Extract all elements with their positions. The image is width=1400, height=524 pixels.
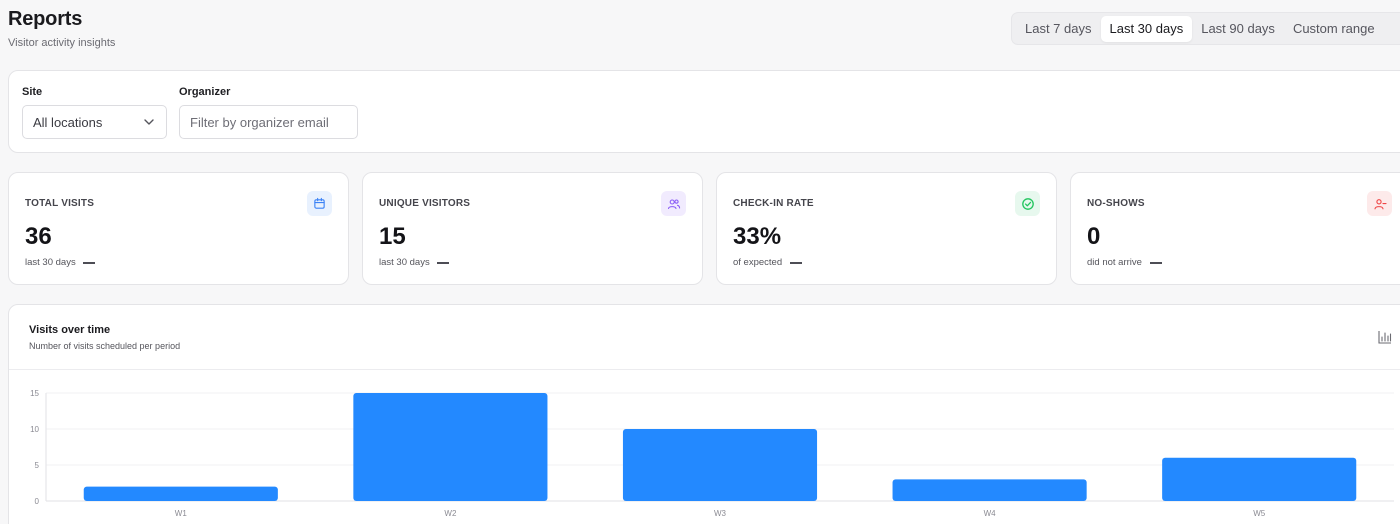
stat-title: NO-SHOWS — [1087, 198, 1145, 209]
stat-subtext: of expected — [733, 257, 783, 268]
site-label: Site — [22, 86, 43, 98]
stat-subtext: last 30 days — [379, 257, 430, 268]
stat-title: TOTAL VISITS — [25, 198, 95, 209]
bar — [892, 479, 1087, 501]
tab-last-30-days[interactable]: Last 30 days — [1100, 15, 1193, 42]
stat-value: 33% — [733, 223, 782, 250]
y-tick-label: 5 — [35, 461, 40, 470]
stat-trend-dash — [790, 262, 802, 264]
y-tick-label: 10 — [30, 425, 39, 434]
stat-card-total-visits: TOTAL VISITS 36 last 30 days — [8, 172, 349, 285]
stat-value: 15 — [379, 223, 406, 250]
stat-trend-dash — [1150, 262, 1162, 264]
users-icon — [661, 191, 686, 216]
stat-subtext: last 30 days — [25, 257, 76, 268]
stat-card-check-in-rate: CHECK-IN RATE 33% of expected — [716, 172, 1057, 285]
x-tick-label: W4 — [984, 509, 997, 518]
y-tick-label: 15 — [30, 389, 39, 398]
check-circle-icon — [1015, 191, 1040, 216]
bar — [1162, 457, 1357, 501]
stat-trend-dash — [83, 262, 95, 264]
calendar-icon — [307, 191, 332, 216]
user-minus-icon — [1367, 191, 1392, 216]
stat-value: 36 — [25, 223, 52, 250]
stat-card-no-shows: NO-SHOWS 0 did not arrive — [1070, 172, 1400, 285]
filters-card: Site All locations Organizer — [8, 70, 1400, 153]
tab-last-7-days[interactable]: Last 7 days — [1016, 16, 1101, 42]
bar — [622, 429, 818, 501]
site-select[interactable]: All locations — [22, 105, 167, 139]
tab-custom-range[interactable]: Custom range — [1284, 16, 1384, 42]
stat-title: CHECK-IN RATE — [733, 198, 814, 209]
x-tick-label: W1 — [175, 509, 188, 518]
visits-bar-chart: 0 5 10 15 W1 W2 W3 W4 W5 — [30, 389, 1394, 518]
page-subtitle: Visitor activity insights — [8, 37, 116, 49]
x-tick-label: W2 — [444, 509, 457, 518]
stat-value: 0 — [1087, 223, 1101, 250]
organizer-label: Organizer — [179, 86, 231, 98]
stat-title: UNIQUE VISITORS — [379, 198, 471, 209]
chevron-down-icon — [144, 119, 154, 125]
visits-chart-card: Visits over time Number of visits schedu… — [8, 304, 1400, 524]
page-title: Reports — [8, 8, 83, 30]
tab-last-90-days[interactable]: Last 90 days — [1192, 16, 1284, 42]
y-tick-label: 0 — [35, 497, 40, 506]
stat-subtext: did not arrive — [1087, 257, 1142, 268]
date-range-tabs: Last 7 days Last 30 days Last 90 days Cu… — [1011, 12, 1400, 45]
bar — [83, 486, 278, 501]
stat-card-unique-visitors: UNIQUE VISITORS 15 last 30 days — [362, 172, 703, 285]
x-tick-label: W3 — [714, 509, 727, 518]
stat-trend-dash — [437, 262, 449, 264]
site-select-value: All locations — [33, 114, 103, 130]
organizer-email-input[interactable] — [179, 105, 358, 139]
x-tick-label: W5 — [1253, 509, 1266, 518]
bar — [353, 393, 548, 501]
